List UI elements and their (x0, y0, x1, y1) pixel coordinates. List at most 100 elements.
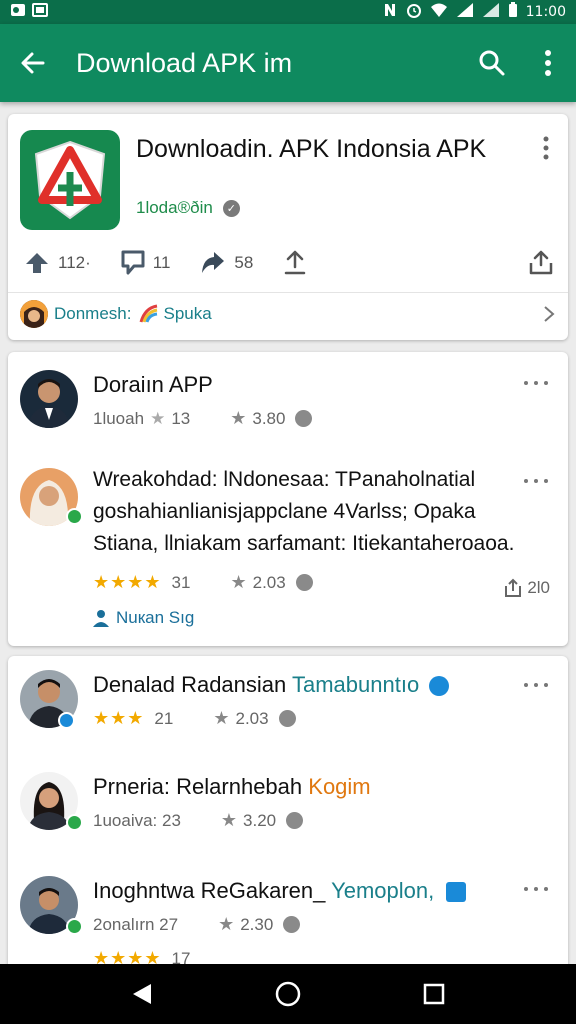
post-rating: 2.30 (240, 914, 274, 934)
post-count: 13 (171, 408, 191, 428)
post-more-button[interactable] (524, 476, 550, 486)
info-icon (286, 812, 304, 829)
upload-icon (285, 250, 306, 275)
rating-star-icon: ★ (213, 708, 230, 728)
post-more-button[interactable] (524, 680, 550, 690)
verified-badge-icon (66, 918, 83, 935)
developer-line[interactable]: 1loda®ðin ✓ (136, 198, 240, 218)
app-logo-icon (20, 130, 120, 230)
rainbow-icon (139, 304, 159, 324)
alarm-icon (406, 2, 422, 22)
post-title[interactable]: Prneria: Relarnhebah Kogim (93, 774, 371, 800)
comment-count: 11 (152, 253, 171, 272)
developer-row-label: Donmesh: (54, 303, 132, 323)
rating-star-icon: ★ (220, 810, 238, 830)
comment-icon (121, 250, 145, 275)
comment-button[interactable]: 11 (121, 250, 171, 276)
post-body: Wreakohdad: lNdonesaa: TPanaholnatial go… (93, 468, 515, 555)
export-button[interactable] (528, 250, 554, 276)
info-icon (295, 574, 313, 591)
rating-stars-icon: ★★★ (93, 708, 145, 728)
back-button[interactable] (0, 24, 66, 102)
overflow-menu-button[interactable] (520, 24, 576, 102)
nav-back-icon[interactable] (131, 982, 153, 1006)
rating-star-icon: ★ (230, 408, 247, 428)
developer-row[interactable]: Donmesh: Spuka (8, 292, 568, 334)
export-icon (529, 250, 553, 275)
share-arrow-icon (202, 252, 225, 273)
developer-avatar (20, 299, 48, 328)
post-meta: ★★★ 21 ★ 2.03 (93, 708, 296, 729)
post-title-handle: Yemoplon, (331, 878, 435, 903)
verified-icon (429, 676, 450, 697)
post-more-button[interactable] (524, 378, 550, 388)
feed-card: Doraiın APP 1luoah ★ 13 ★ 3.80 Wreakohda… (8, 352, 568, 646)
post-title-main: Inoghntwa ReGakaren_ (93, 878, 326, 903)
app-header-card: Downloadin. APK Indonsia APK 1loda®ðin ✓… (8, 114, 568, 340)
post-title[interactable]: Denalad Radansian Tamabunntıo (93, 672, 450, 698)
developer-name: 1loda®ðin (136, 198, 213, 217)
chevron-right-icon (544, 305, 555, 322)
post-meta-left: 1luoah (93, 408, 145, 428)
status-notifications (10, 3, 48, 21)
nav-home-icon[interactable] (275, 981, 301, 1007)
share-icon (505, 578, 522, 597)
post-title[interactable]: Inoghntwa ReGakaren_ Yemoplon, (93, 878, 467, 904)
info-icon (278, 710, 296, 727)
user-tag[interactable]: Nuкan Sıg (92, 608, 194, 628)
nav-recents-icon[interactable] (423, 983, 445, 1005)
upvote-icon (26, 253, 48, 273)
status-bar: 11:00 (0, 0, 576, 24)
app-bar: Download APK im (0, 24, 576, 102)
post-rating: 3.20 (243, 810, 277, 830)
notification-icon (10, 3, 26, 21)
share-count: 58 (234, 253, 254, 272)
search-button[interactable] (464, 24, 520, 102)
avatar[interactable] (20, 370, 78, 428)
navigation-bar (0, 964, 576, 1024)
rating-stars-icon: ★★★★ (93, 572, 162, 592)
verified-icon (446, 882, 467, 903)
developer-row-name: Spuka (163, 303, 212, 323)
post-meta-left: 1uoaiva: 23 (93, 810, 181, 830)
gallery-icon (32, 3, 48, 21)
info-icon (295, 410, 313, 427)
post-meta: 1luoah ★ 13 ★ 3.80 (93, 408, 313, 429)
user-tag-name: Nuкan Sıg (116, 608, 195, 627)
post-meta: 1uoaiva: 23 ★ 3.20 (93, 810, 304, 831)
post-rating: 2.03 (252, 572, 286, 592)
share-count: 2l0 (527, 578, 550, 597)
share-button[interactable]: 58 (200, 251, 253, 275)
post-stars-count: 21 (154, 708, 174, 728)
signal-icon (456, 2, 474, 22)
rating-star-icon: ★ (218, 914, 235, 934)
info-icon (283, 916, 301, 933)
upvote-count: 112· (58, 253, 91, 272)
post-more-button[interactable] (524, 884, 550, 894)
verified-badge-icon (66, 508, 83, 525)
verified-badge-icon (66, 814, 83, 831)
post-title-main: Prneria: Relarnhebah (93, 774, 303, 799)
post-stars-count: 31 (171, 572, 191, 592)
signal-icon-2 (482, 2, 500, 22)
upvote-button[interactable]: 112· (24, 250, 91, 276)
search-icon (479, 50, 505, 76)
post-rating: 3.80 (252, 408, 286, 428)
verified-icon: ✓ (222, 199, 240, 217)
post-meta-left: 2onalırn 27 (93, 914, 179, 934)
rating-star-icon: ★ (230, 572, 247, 592)
app-name: Downloadin. APK Indonsia APK (136, 135, 487, 163)
post-meta: 2onalırn 27 ★ 2.30 (93, 914, 301, 935)
status-time: 11:00 (525, 4, 566, 20)
action-row: 112· 11 58 (24, 246, 554, 280)
back-arrow-icon (21, 52, 45, 74)
post-meta: ★★★★ 31 ★ 2.03 (93, 572, 313, 593)
post-title-accent: Kogim (308, 774, 371, 799)
upload-button[interactable] (283, 250, 307, 276)
post-rating: 2.03 (235, 708, 269, 728)
post-title[interactable]: Doraiın APP (93, 372, 213, 398)
card-more-icon[interactable] (542, 136, 550, 160)
person-icon (93, 610, 109, 627)
post-share-button[interactable]: 2l0 (503, 578, 550, 598)
page-title: Download APK im (76, 47, 293, 78)
